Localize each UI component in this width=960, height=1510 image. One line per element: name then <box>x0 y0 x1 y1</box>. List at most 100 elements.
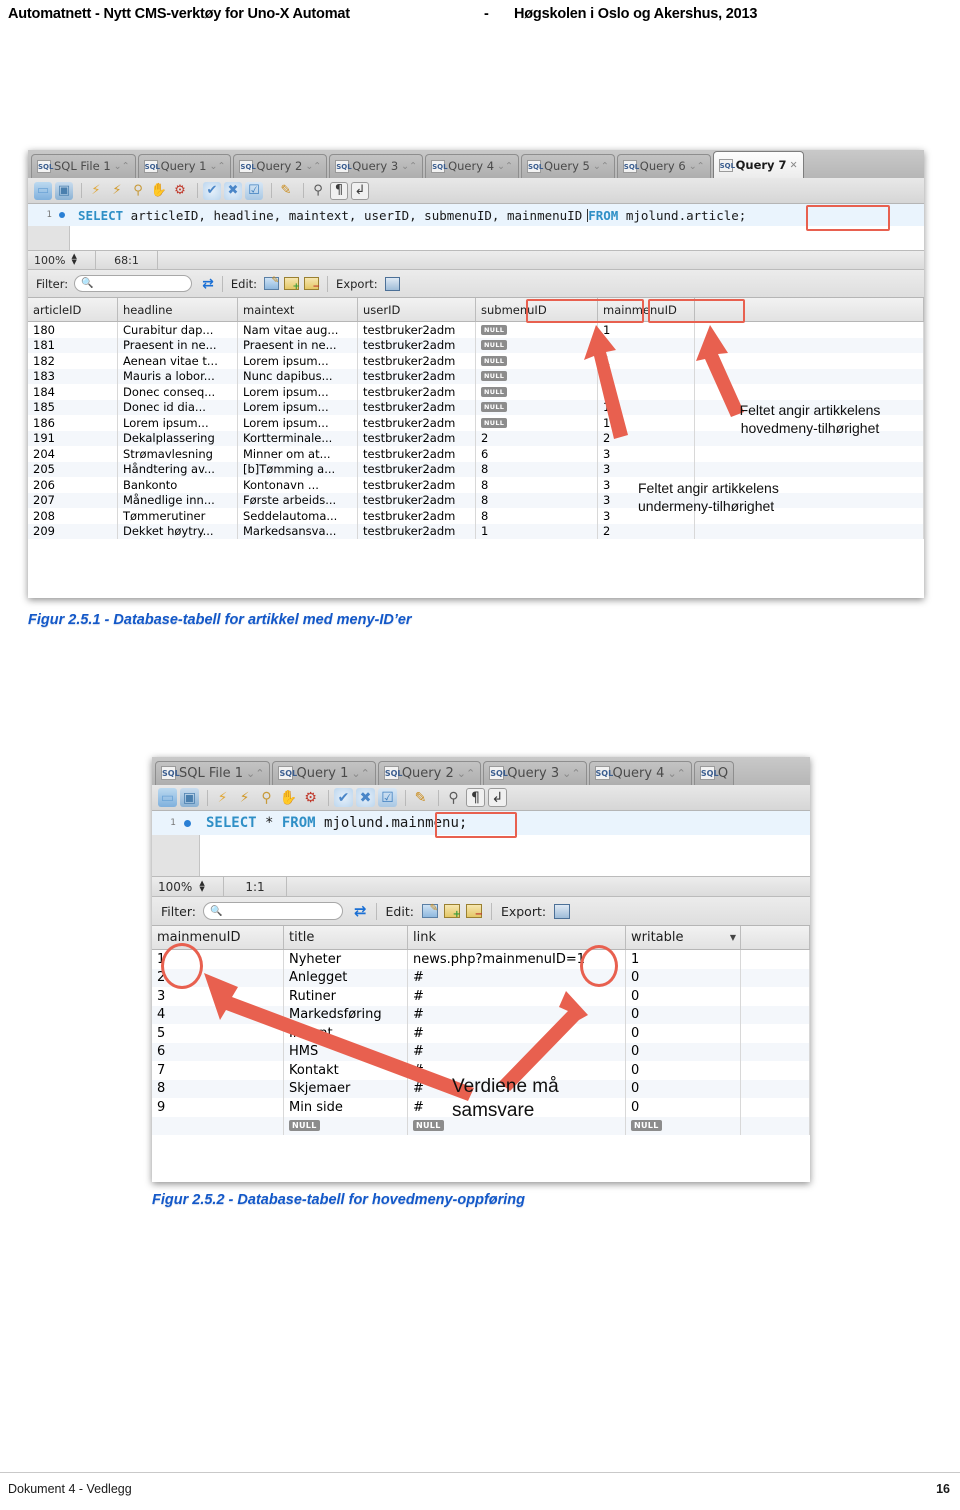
beautify-brush-icon[interactable]: ✎ <box>411 788 430 807</box>
cell-submenuID[interactable]: NULL <box>476 337 598 353</box>
tab-resize-icon[interactable]: ⌄⌃ <box>497 161 513 172</box>
cell-submenuID[interactable]: 8 <box>476 492 598 508</box>
cell-userID[interactable]: testbruker2adm <box>358 322 476 338</box>
table-row[interactable]: 5 Internt #0 <box>152 1024 810 1043</box>
sql-query-line[interactable]: 1 SELECT articleID, headline, maintext, … <box>28 204 924 226</box>
column-header-submenuid[interactable]: submenuID <box>476 298 598 321</box>
open-folder-icon[interactable]: ▭ <box>158 788 177 807</box>
cell-mainmenuID[interactable]: 2 <box>598 430 695 446</box>
cell-title[interactable]: Internt <box>284 1024 408 1043</box>
cell-submenuID[interactable]: 8 <box>476 508 598 524</box>
toggle-query-icon[interactable]: ⚙ <box>171 182 189 200</box>
refresh-icon[interactable]: ⇄ <box>354 902 367 920</box>
cell-mainmenuID[interactable]: 6 <box>152 1042 284 1061</box>
column-header-mainmenuid[interactable]: mainmenuID <box>152 926 284 949</box>
cell-writable[interactable]: 0 <box>626 1024 741 1043</box>
cell-articleID[interactable]: 207 <box>28 492 118 508</box>
pilcrow-icon[interactable]: ¶ <box>330 181 348 200</box>
cell-mainmenuID[interactable]: 3 <box>598 461 695 477</box>
cell-maintext[interactable]: Kontonavn ... <box>238 477 358 493</box>
cell-submenuID[interactable]: 8 <box>476 477 598 493</box>
export-disk-icon[interactable] <box>384 276 400 291</box>
column-header-headline[interactable]: headline <box>118 298 238 321</box>
cell-headline[interactable]: Praesent in ne... <box>118 337 238 353</box>
autocommit-icon[interactable]: ☑ <box>245 181 263 200</box>
beautify-brush-icon[interactable]: ✎ <box>277 182 295 200</box>
delete-row-icon[interactable]: − <box>465 904 483 920</box>
cell-mainmenuID[interactable]: 8 <box>152 1079 284 1098</box>
cell-maintext[interactable]: Lorem ipsum... <box>238 384 358 400</box>
tab-q[interactable]: SQL Q <box>693 760 735 785</box>
cell-link[interactable]: # <box>408 987 626 1006</box>
column-header-mainmenuid[interactable]: mainmenuID <box>598 298 695 321</box>
autocommit-icon[interactable]: ☑ <box>378 788 397 807</box>
cell-mainmenuID[interactable]: 2 <box>152 968 284 987</box>
cell-userID[interactable]: testbruker2adm <box>358 508 476 524</box>
cell-userID[interactable]: testbruker2adm <box>358 523 476 539</box>
cell-blank[interactable] <box>741 1061 810 1080</box>
add-row-icon[interactable]: + <box>443 904 461 920</box>
cell-submenuID[interactable]: NULL <box>476 384 598 400</box>
cell-articleID[interactable]: 206 <box>28 477 118 493</box>
cell-blank[interactable] <box>741 968 810 987</box>
cell-title[interactable]: Skjemaer <box>284 1079 408 1098</box>
cell-writable[interactable]: 0 <box>626 1005 741 1024</box>
table-row[interactable]: 3 Rutiner #0 <box>152 987 810 1006</box>
sql-editor[interactable]: 1 SELECT articleID, headline, maintext, … <box>28 204 924 250</box>
cell-headline[interactable]: Tømmerutiner <box>118 508 238 524</box>
cell-maintext[interactable]: Nam vitae aug... <box>238 322 358 338</box>
cell-articleID[interactable]: 205 <box>28 461 118 477</box>
execute-current-lightning-icon[interactable]: ⚡ <box>235 788 254 807</box>
cell-maintext[interactable]: Lorem ipsum... <box>238 353 358 369</box>
cell-title[interactable]: Markedsføring <box>284 1005 408 1024</box>
cell-blank[interactable] <box>695 384 924 400</box>
cell-blank[interactable] <box>695 337 924 353</box>
cell-mainmenuID[interactable]: 9 <box>152 1098 284 1117</box>
cell-userID[interactable]: testbruker2adm <box>358 477 476 493</box>
cell-mainmenuID[interactable]: 1 <box>152 950 284 969</box>
tab-resize-icon[interactable]: ⌄⌃ <box>114 161 130 172</box>
cell-articleID[interactable]: 191 <box>28 430 118 446</box>
tab-sql-file-1[interactable]: SQL SQL File 1 ⌄⌃ <box>31 153 136 178</box>
column-header-title[interactable]: title <box>284 926 408 949</box>
cell-maintext[interactable]: Praesent in ne... <box>238 337 358 353</box>
cell-title[interactable]: Min side <box>284 1098 408 1117</box>
cell-mainmenuID[interactable]: 3 <box>598 446 695 462</box>
add-row-icon[interactable]: + <box>284 277 300 292</box>
tab-resize-icon[interactable]: ⌄⌃ <box>305 161 321 172</box>
table-row[interactable]: 4 Markedsføring #0 <box>152 1005 810 1024</box>
zoom-level-cell[interactable]: 100% ▲ ▼ <box>152 877 224 896</box>
execute-current-lightning-icon[interactable]: ⚡ <box>108 182 126 200</box>
column-header-blank[interactable] <box>695 298 924 321</box>
tab-query-5[interactable]: SQL Query 5 ⌄⌃ <box>520 153 615 178</box>
tab-resize-icon[interactable]: ⌄⌃ <box>209 161 225 172</box>
find-magnifier-icon[interactable]: ⚲ <box>309 182 327 200</box>
cell-userID[interactable]: testbruker2adm <box>358 415 476 431</box>
cell-blank[interactable] <box>695 461 924 477</box>
sql-query-line[interactable]: 1 SELECT * FROM mjolund .mainmenu; <box>152 811 810 835</box>
cell-articleID[interactable]: 182 <box>28 353 118 369</box>
cell-submenuID[interactable]: 1 <box>476 523 598 539</box>
find-magnifier-icon[interactable]: ⚲ <box>444 788 463 807</box>
cell-articleID[interactable]: 184 <box>28 384 118 400</box>
commit-check-icon[interactable]: ✔ <box>203 181 221 200</box>
tab-query-4[interactable]: SQL Query 4 ⌄⌃ <box>425 153 519 178</box>
cell-headline[interactable]: Donec id dia... <box>118 399 238 415</box>
cell-title[interactable]: Kontakt <box>284 1061 408 1080</box>
cell-maintext[interactable]: Lorem ipsum... <box>238 399 358 415</box>
cell-blank[interactable] <box>741 1098 810 1117</box>
cell-submenuID[interactable]: NULL <box>476 322 598 338</box>
explain-magnifier-icon[interactable]: ⚲ <box>129 182 147 200</box>
cell-submenuID[interactable]: 2 <box>476 430 598 446</box>
cell-title[interactable]: NULL <box>284 1116 408 1135</box>
cell-maintext[interactable]: Første arbeids... <box>238 492 358 508</box>
wrap-lines-icon[interactable]: ↲ <box>488 788 507 807</box>
cell-blank[interactable] <box>695 368 924 384</box>
tab-query-6[interactable]: SQL Query 6 ⌄⌃ <box>616 153 711 178</box>
execute-lightning-icon[interactable]: ⚡ <box>213 788 232 807</box>
cell-title[interactable]: HMS <box>284 1042 408 1061</box>
cell-blank[interactable] <box>741 1079 810 1098</box>
cell-maintext[interactable]: Seddelautoma... <box>238 508 358 524</box>
cell-maintext[interactable]: Lorem ipsum... <box>238 415 358 431</box>
tab-resize-icon[interactable]: ⌄⌃ <box>401 161 417 172</box>
